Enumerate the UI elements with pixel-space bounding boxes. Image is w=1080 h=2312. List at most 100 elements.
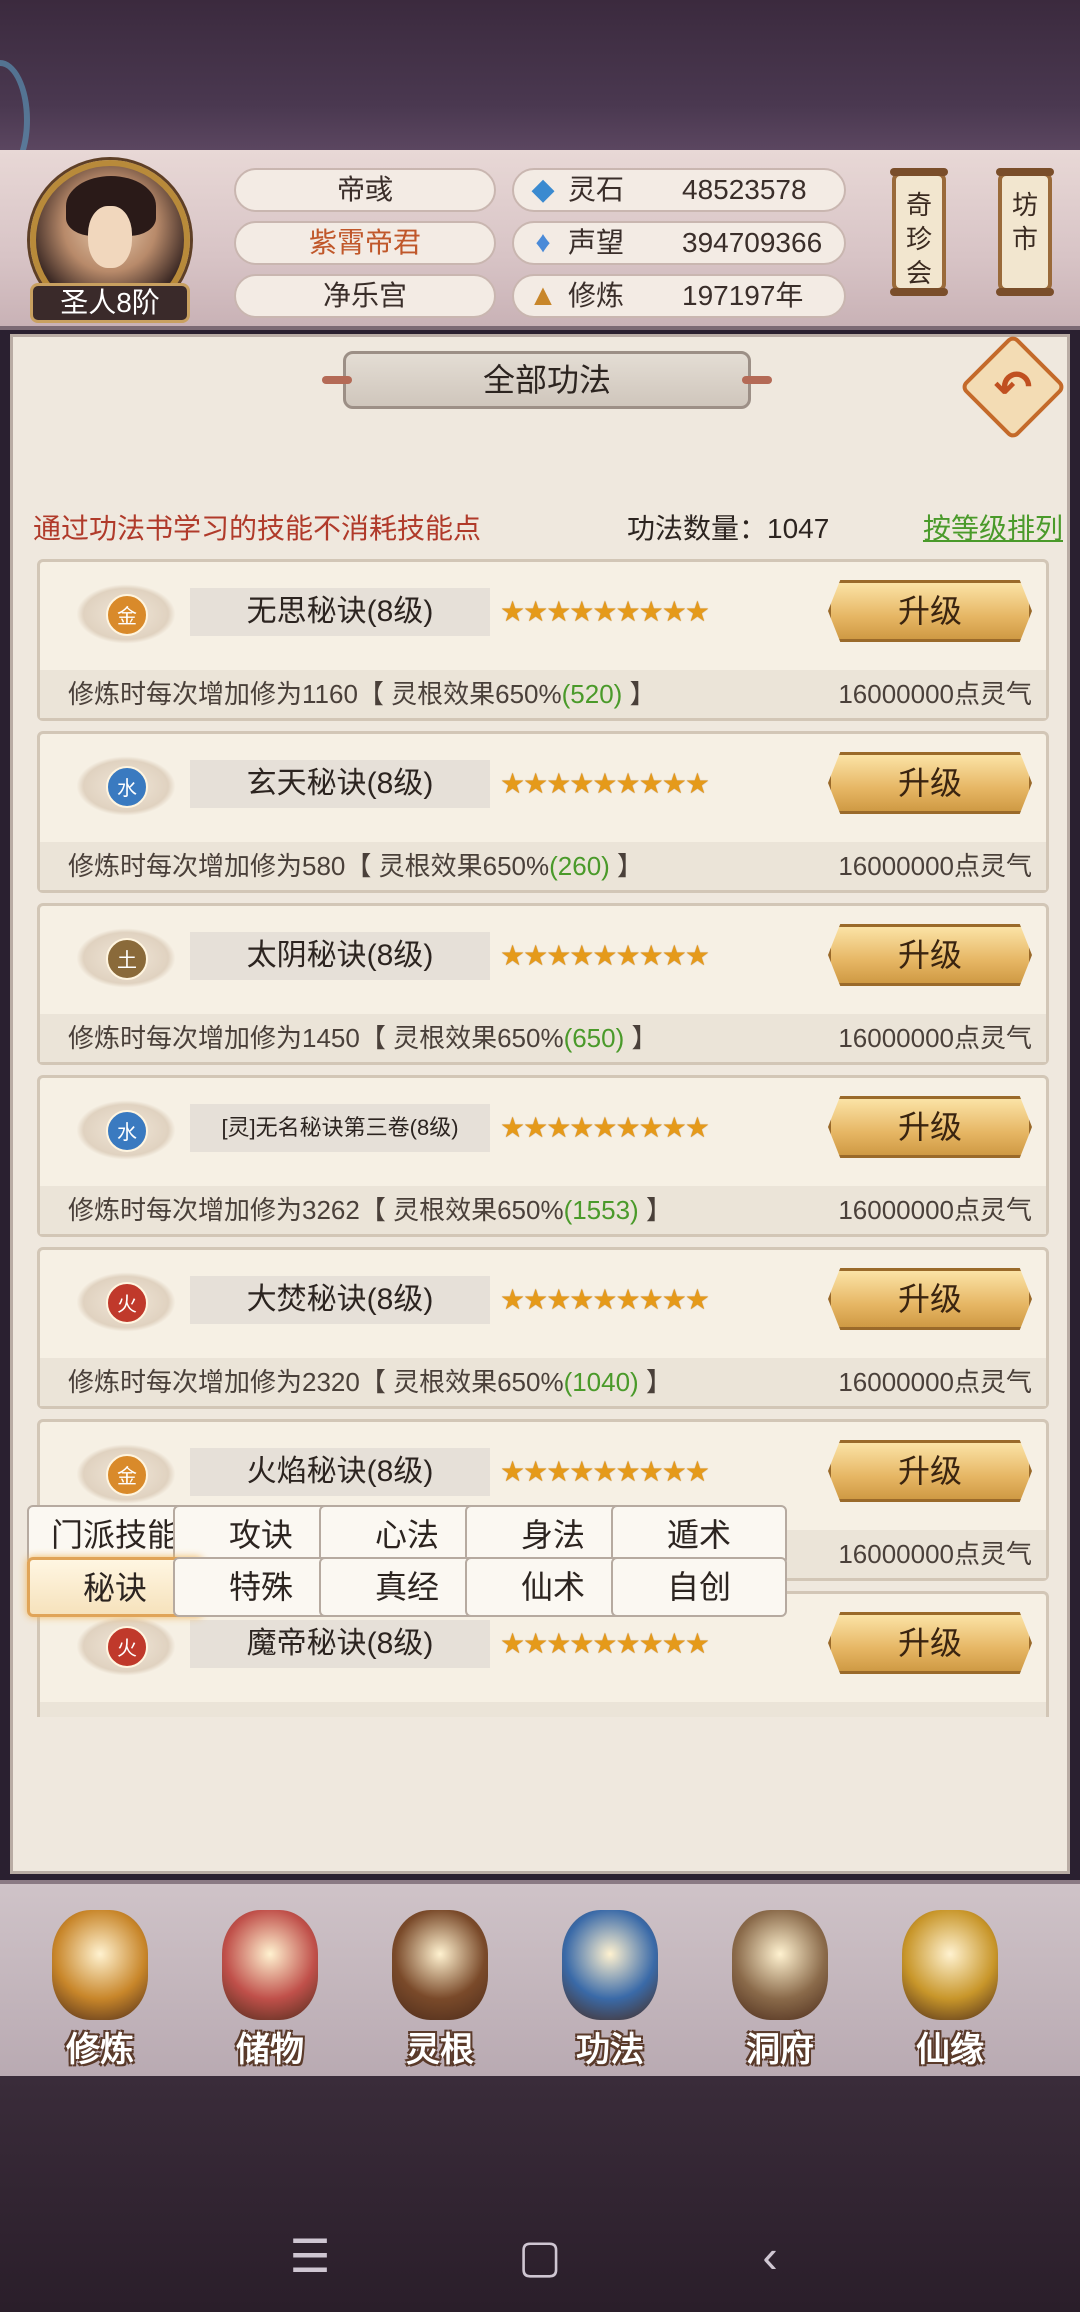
- skill-card[interactable]: 水 玄天秘诀(8级) ★★★★★★★★★ 升级 修炼时每次增加修为580【 灵根…: [37, 731, 1049, 893]
- nav-label: 灵根: [406, 2031, 474, 2069]
- skill-description: 修炼时每次增加修为3262【 灵根效果650%(1553) 】: [68, 1186, 672, 1234]
- skill-description: 修炼时每次增加修为2320【 灵根效果650%(1040) 】: [68, 1358, 672, 1406]
- rank-badge: 圣人8阶: [30, 283, 190, 323]
- nav-item-2[interactable]: 灵根: [370, 1900, 510, 2070]
- skills-panel: 全部功法 ↶ 通过功法书学习的技能不消耗技能点 功法数量：1047 按等级排列 …: [10, 333, 1070, 1874]
- skill-cost: 16000000点灵气: [838, 1195, 1032, 1225]
- player-title: 紫霄帝君: [234, 221, 496, 265]
- nav-label: 功法: [576, 2031, 644, 2069]
- skill-cost: 16000000点灵气: [838, 1539, 1032, 1569]
- skill-book-icon: [562, 1910, 658, 2020]
- element-badge: 金: [76, 584, 176, 644]
- market-button[interactable]: 坊市: [996, 168, 1054, 296]
- skill-description: 修炼时每次增加修为1160【 灵根效果650%(520) 】: [68, 670, 656, 718]
- star-rating: ★★★★★★★★★: [500, 768, 710, 799]
- home-icon[interactable]: ▢: [510, 2226, 570, 2286]
- desc-close: 】: [624, 1023, 658, 1053]
- star-rating: ★★★★★★★★★: [500, 596, 710, 627]
- desc-close: 】: [609, 851, 644, 881]
- skill-cost: 16000000点灵气: [838, 851, 1032, 881]
- upgrade-button[interactable]: 升级: [828, 1440, 1032, 1502]
- nav-label: 洞府: [746, 2031, 814, 2069]
- star-rating: ★★★★★★★★★: [500, 1112, 710, 1143]
- stat-label: 修炼: [568, 280, 625, 311]
- upgrade-button[interactable]: 升级: [828, 1268, 1032, 1330]
- desc-main: 修炼时每次增加修为2320【 灵根效果650%: [68, 1367, 564, 1397]
- star-rating: ★★★★★★★★★: [500, 940, 710, 971]
- skill-name: 玄天秘诀(8级): [190, 760, 490, 808]
- element-badge: 水: [76, 756, 176, 816]
- skill-name: 无思秘诀(8级): [190, 588, 490, 636]
- element-badge: 土: [76, 928, 176, 988]
- skill-desc-bar: 修炼时每次增加修为3262【 灵根效果650%(1553) 】 16000000…: [40, 1186, 1046, 1234]
- skill-name: [灵]无名秘诀第三卷(8级): [190, 1104, 490, 1152]
- nav-item-4[interactable]: 洞府: [710, 1900, 850, 2070]
- avatar-face: [88, 206, 132, 268]
- skill-cost: 16000000点灵气: [838, 1023, 1032, 1053]
- storage-bag-icon: [222, 1910, 318, 2020]
- skill-card[interactable]: 金 无思秘诀(8级) ★★★★★★★★★ 升级 修炼时每次增加修为1160【 灵…: [37, 559, 1049, 721]
- skill-description: 修炼时每次增加修为1450【 灵根效果650%(650) 】: [68, 1014, 658, 1062]
- recent-apps-icon[interactable]: ☰: [280, 2226, 340, 2286]
- skill-desc-bar: 修炼时每次增加修为1160【 灵根效果650%(520) 】 16000000点…: [40, 670, 1046, 718]
- cave-dwelling-icon: [732, 1910, 828, 2020]
- back-nav-icon[interactable]: ‹: [740, 2226, 800, 2286]
- element-icon: 金: [106, 1454, 148, 1496]
- nav-item-3[interactable]: 功法: [540, 1900, 680, 2070]
- upgrade-button[interactable]: 升级: [828, 1096, 1032, 1158]
- sort-by-level-link[interactable]: 按等级排列: [923, 507, 1063, 547]
- skill-desc-bar: 修炼时每次增加修为2320【 灵根效果650%(1040) 】 16000000…: [40, 1358, 1046, 1406]
- skill-count: 功法数量：1047: [627, 513, 830, 544]
- nav-label: 储物: [236, 2031, 304, 2069]
- desc-bonus: (650): [563, 1023, 625, 1053]
- back-button[interactable]: ↶: [959, 333, 1067, 441]
- element-icon: 水: [106, 1110, 148, 1152]
- desc-bonus: (1553): [563, 1195, 639, 1225]
- player-header: 圣人8阶 帝彧 紫霄帝君 净乐宫 ◆ 灵石 48523578 ♦ 声望 3947…: [0, 150, 1080, 330]
- info-row: 通过功法书学习的技能不消耗技能点 功法数量：1047 按等级排列: [33, 507, 1063, 547]
- upgrade-button[interactable]: 升级: [828, 1612, 1032, 1674]
- upgrade-button[interactable]: 升级: [828, 580, 1032, 642]
- skill-card[interactable]: 水 [灵]无名秘诀第三卷(8级) ★★★★★★★★★ 升级 修炼时每次增加修为3…: [37, 1075, 1049, 1237]
- element-icon: 金: [106, 594, 148, 636]
- skill-name: 魔帝秘诀(8级): [190, 1620, 490, 1668]
- element-badge: 水: [76, 1100, 176, 1160]
- spirit-stone-stat: ◆ 灵石 48523578: [512, 168, 846, 212]
- nav-item-1[interactable]: 储物: [200, 1900, 340, 2070]
- upgrade-button[interactable]: 升级: [828, 752, 1032, 814]
- element-icon: 土: [106, 938, 148, 980]
- spirit-stone-icon: ◆: [531, 173, 555, 206]
- bottom-nav: 修炼 储物 灵根 功法 洞府 仙缘: [0, 1880, 1080, 2076]
- element-badge: 火: [76, 1616, 176, 1676]
- cultivation-stat: ▲ 修炼 197197年: [512, 274, 846, 318]
- desc-close: 】: [638, 1367, 672, 1397]
- skill-name: 火焰秘诀(8级): [190, 1448, 490, 1496]
- upgrade-button[interactable]: 升级: [828, 924, 1032, 986]
- element-icon: 水: [106, 766, 148, 808]
- skill-card[interactable]: 土 太阴秘诀(8级) ★★★★★★★★★ 升级 修炼时每次增加修为1450【 灵…: [37, 903, 1049, 1065]
- desc-bonus: (520): [561, 679, 623, 709]
- desc-close: 】: [638, 1195, 672, 1225]
- cultivation-icon: ▲: [528, 279, 558, 312]
- stat-value: 197197年: [682, 280, 804, 311]
- desc-main: 修炼时每次增加修为1160【 灵根效果650%: [68, 679, 562, 709]
- system-nav-bar: ☰ ▢ ‹: [0, 2076, 1080, 2312]
- nav-item-0[interactable]: 修炼: [30, 1900, 170, 2070]
- desc-bonus: (260): [549, 851, 610, 881]
- info-text: 通过功法书学习的技能不消耗技能点: [33, 513, 482, 544]
- gourd-icon: [902, 1910, 998, 2020]
- skill-name: 太阴秘诀(8级): [190, 932, 490, 980]
- skill-cost: 16000000点灵气: [838, 679, 1032, 709]
- reputation-stat: ♦ 声望 394709366: [512, 221, 846, 265]
- tab-row2-4[interactable]: 自创: [611, 1557, 787, 1617]
- star-rating: ★★★★★★★★★: [500, 1628, 710, 1659]
- skill-cost: 16000000点灵气: [838, 1367, 1032, 1397]
- desc-main: 修炼时每次增加修为3262【 灵根效果650%: [68, 1195, 564, 1225]
- tab-row1-4[interactable]: 遁术: [611, 1505, 787, 1565]
- back-arrow-icon: ↶: [993, 361, 1033, 413]
- skill-desc-bar: 修炼时每次增加修为580【 灵根效果650%(260) 】 16000000点灵…: [40, 842, 1046, 890]
- nav-item-5[interactable]: 仙缘: [880, 1900, 1020, 2070]
- skill-card[interactable]: 火 大焚秘诀(8级) ★★★★★★★★★ 升级 修炼时每次增加修为2320【 灵…: [37, 1247, 1049, 1409]
- treasure-auction-button[interactable]: 奇珍会: [890, 168, 948, 296]
- element-icon: 火: [106, 1626, 148, 1668]
